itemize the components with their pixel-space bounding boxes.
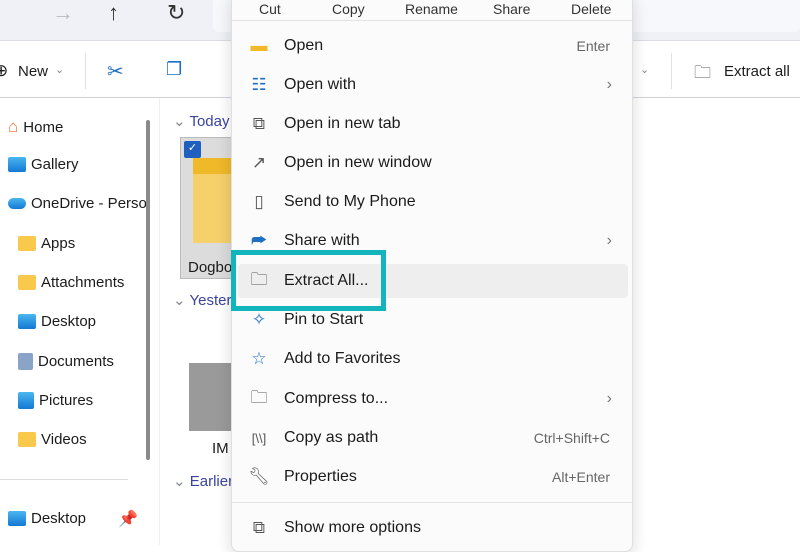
sidebar-item-onedrive[interactable]: OneDrive - Perso [8,195,147,212]
pinned-desktop[interactable]: Desktop [8,510,86,527]
cloud-icon [8,198,26,209]
share-action[interactable]: Share [493,1,530,17]
menu-item-show-more[interactable]: ⧉ Show more options [238,511,628,545]
sidebar-item-attachments[interactable]: Attachments [18,274,124,291]
copy-icon[interactable]: ❐ [166,59,182,80]
chevron-right-icon: › [606,76,612,93]
group-yesterday[interactable]: ⌄ Yestere [173,291,240,309]
menu-item-properties[interactable]: 🔧︎ Properties Alt+Enter [238,460,628,494]
documents-icon [18,353,33,370]
open-with-icon: ☷ [251,75,267,94]
extract-folder-icon: 🗀 [694,63,711,82]
sidebar-scrollbar[interactable] [146,120,150,460]
pictures-icon [18,392,34,409]
desktop-icon [8,511,26,526]
wrench-icon: 🔧︎ [248,467,270,486]
chevron-down-icon: ⌄ [640,64,650,76]
sidebar-item-gallery[interactable]: Gallery [8,156,79,173]
group-earlier[interactable]: ⌄ Earlier [173,472,233,490]
menu-item-add-favorites[interactable]: ☆ Add to Favorites [238,342,628,376]
copy-path-icon: [\\] [251,430,267,446]
menu-item-open-new-tab[interactable]: ⧉ Open in new tab [238,107,628,141]
chevron-right-icon: › [606,390,612,407]
new-icon: ⊕ [0,61,9,80]
checkbox-icon[interactable]: ✓ [184,141,201,158]
share-icon: ⮫ [251,231,267,250]
folder-icon [18,432,36,447]
show-more-icon: ⧉ [252,518,266,537]
sidebar-item-pictures[interactable]: Pictures [18,392,93,409]
folder-icon: ▬ [250,36,268,55]
home-icon: ⌂ [8,117,19,136]
highlight-box [231,250,386,311]
compress-icon: 🗀 [250,387,268,407]
pin-icon[interactable]: 📌 [118,509,138,529]
new-button[interactable]: New [18,63,48,80]
menu-item-send-to-phone[interactable]: ▯ Send to My Phone [238,185,628,219]
copy-action[interactable]: Copy [332,1,365,17]
desktop-icon [18,314,36,329]
pin-icon: ✧ [251,310,267,329]
menu-item-compress[interactable]: 🗀 Compress to... › [238,382,628,416]
phone-icon: ▯ [254,192,264,211]
sidebar-item-apps[interactable]: Apps [18,235,75,252]
delete-action[interactable]: Delete [571,1,611,17]
sidebar-item-videos[interactable]: Videos [18,431,87,448]
rename-action[interactable]: Rename [405,1,458,17]
new-tab-icon: ⧉ [252,114,266,133]
sidebar-item-desktop[interactable]: Desktop [18,313,96,330]
sidebar-item-documents[interactable]: Documents [18,353,114,370]
image-thumbnail[interactable] [189,363,234,431]
star-icon: ☆ [251,349,267,368]
chevron-right-icon: › [606,232,612,249]
menu-item-open[interactable]: ▬ Open Enter [238,29,628,63]
chevron-down-icon: ⌄ [55,64,65,76]
refresh-button[interactable]: ↻ [167,0,185,26]
forward-button[interactable]: → [52,0,74,26]
group-today[interactable]: ⌄ Today [173,112,230,130]
folder-icon [18,236,36,251]
menu-item-open-new-window[interactable]: ↗ Open in new window [238,146,628,180]
sidebar-item-home[interactable]: ⌂ Home [8,117,63,137]
gallery-icon [8,157,26,172]
new-window-icon: ↗ [251,153,267,172]
file-name: IM [212,440,229,457]
cut-action[interactable]: Cut [259,1,281,17]
folder-icon [18,275,36,290]
navigation-pane: ⌂ Home Gallery OneDrive - Perso Apps Atta… [0,99,160,545]
cut-icon[interactable]: ✂ [107,59,124,84]
up-button[interactable]: ↑ [108,0,119,26]
menu-item-open-with[interactable]: ☷ Open with › [238,68,628,102]
extract-all-button[interactable]: Extract all [724,63,790,80]
menu-item-copy-path[interactable]: [\\] Copy as path Ctrl+Shift+C [238,421,628,455]
